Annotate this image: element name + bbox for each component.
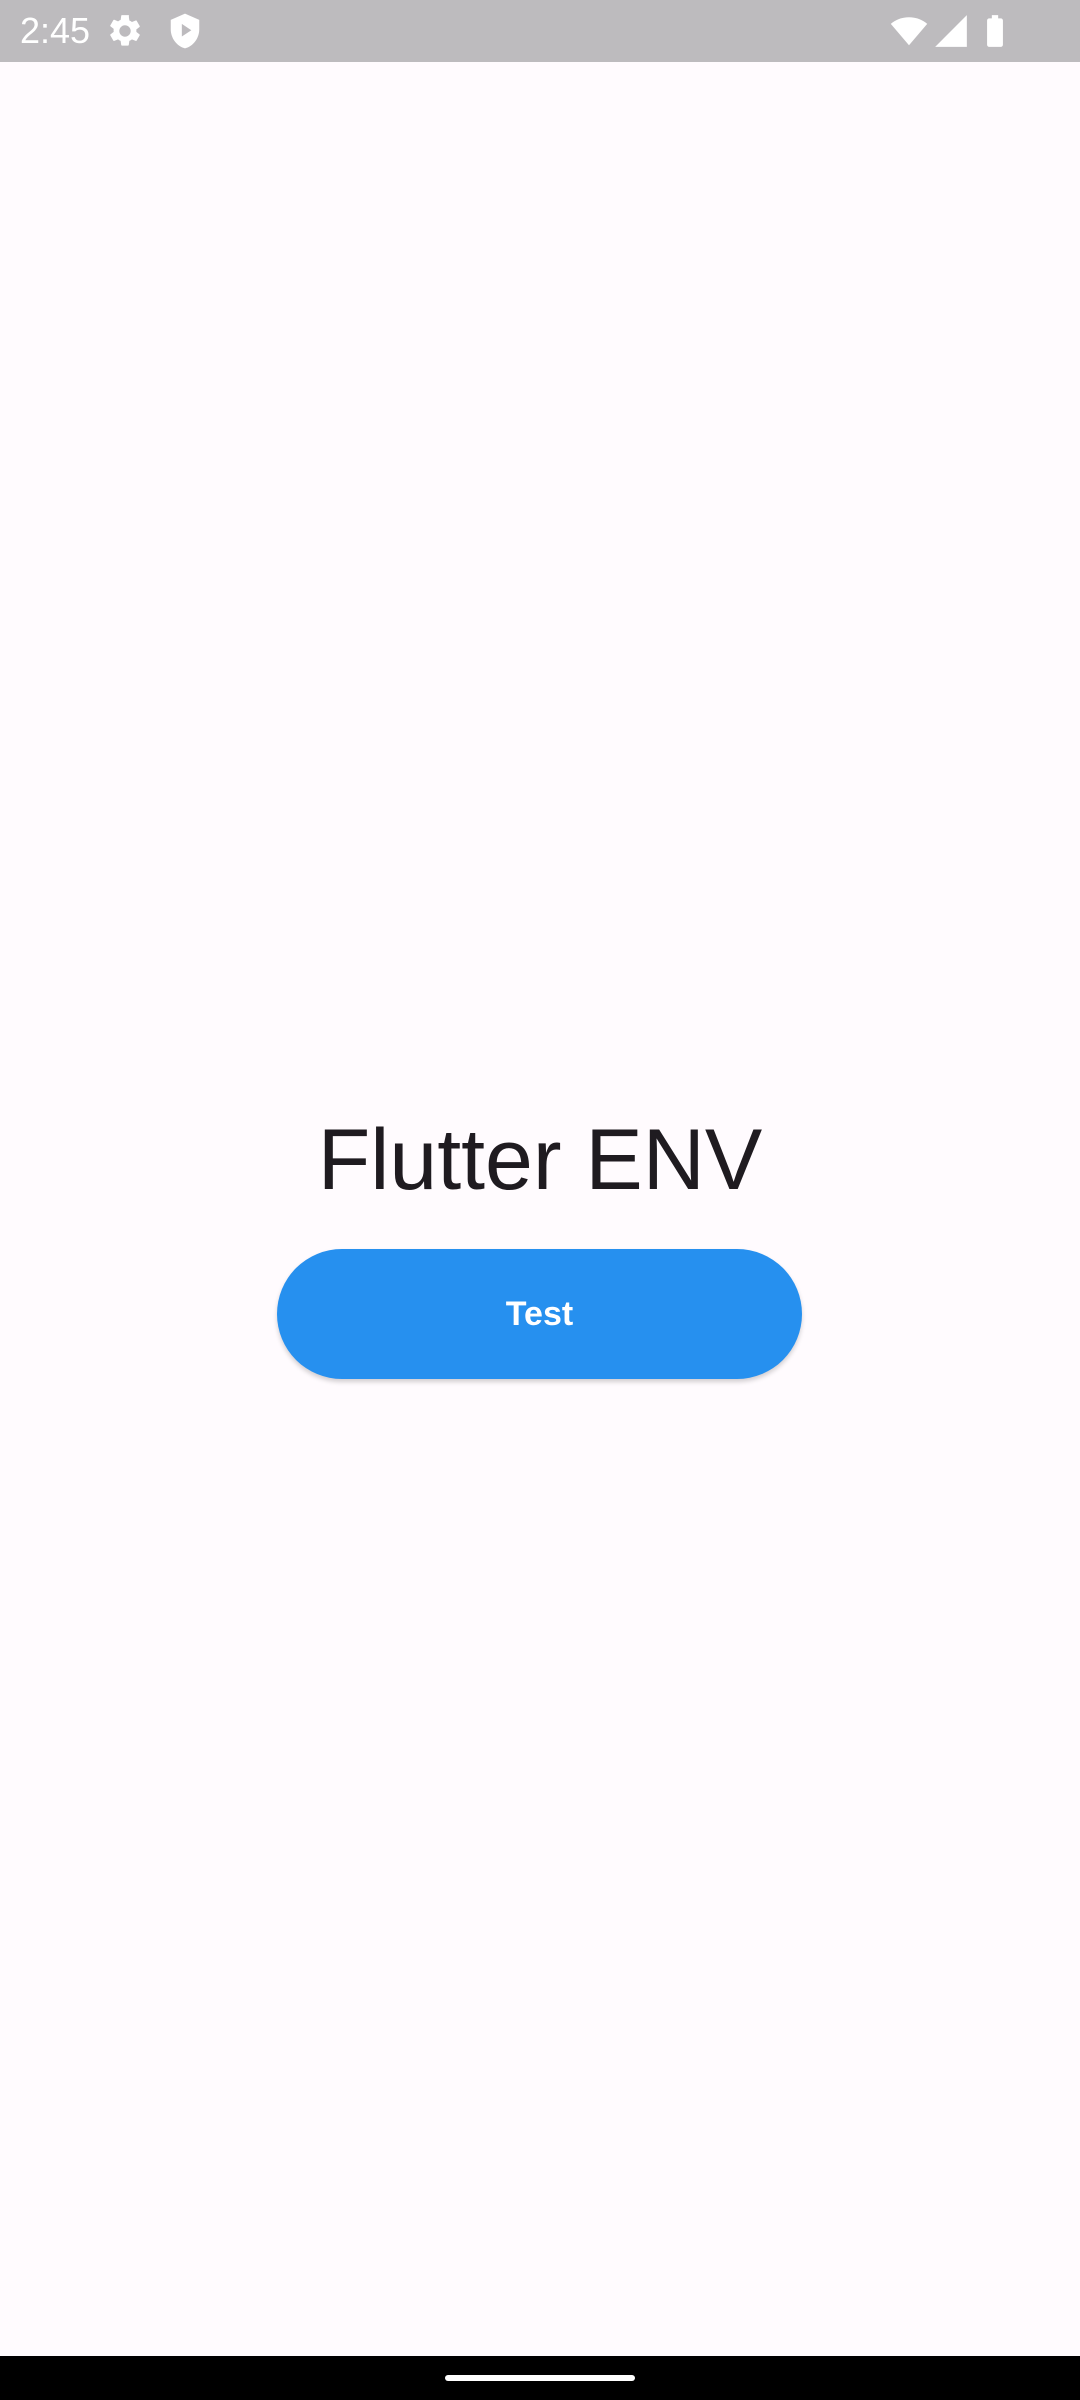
status-bar: 2:45 [0,0,1080,62]
page-title: Flutter ENV [317,1112,763,1208]
gear-icon [106,12,144,50]
navigation-bar [0,2356,1080,2400]
app-screen: 2:45 Flutter ENV Test [0,0,1080,2400]
battery-icon [976,12,1014,50]
wifi-icon [890,12,928,50]
status-time: 2:45 [20,10,91,51]
test-button[interactable]: Test [277,1249,802,1379]
shield-play-icon [166,12,204,50]
home-indicator[interactable] [445,2375,635,2381]
cell-signal-icon [932,12,970,50]
main-content: Flutter ENV Test [0,62,1080,2356]
